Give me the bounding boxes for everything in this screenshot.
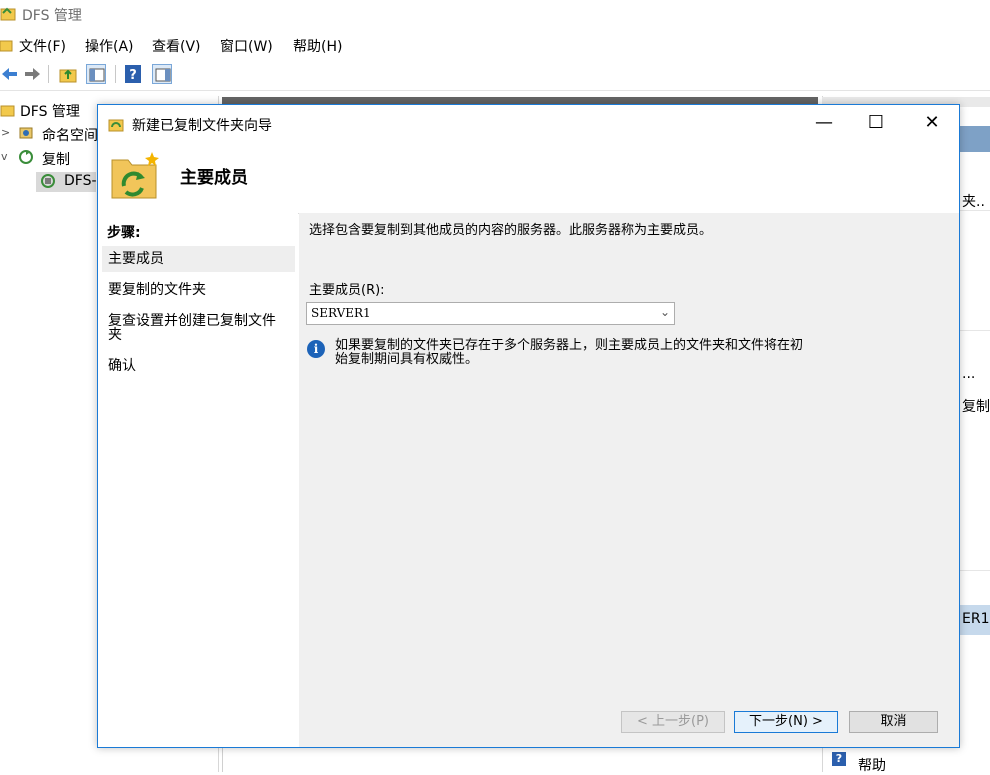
new-replicated-folder-wizard: 新建已复制文件夹向导 — ☐ ✕ 主要成员 步骤: 主要成员 要复制的文件夹 复… <box>97 104 960 748</box>
info-message: 如果要复制的文件夹已存在于多个服务器上，则主要成员上的文件夹和文件将在初始复制期… <box>335 338 804 367</box>
app-title: DFS 管理 <box>22 8 82 24</box>
step-review-settings: 复查设置并创建已复制文件夹 <box>102 308 282 348</box>
help-icon[interactable]: ? <box>832 752 846 766</box>
primary-member-value: SERVER1 <box>311 306 371 320</box>
actions-section-header-server: ER1 <box>960 605 990 635</box>
tree-label: DFS- <box>64 173 97 189</box>
toolbar: ? <box>0 60 990 91</box>
menu-window[interactable]: 窗口(W) <box>220 36 273 56</box>
action-item-fragment[interactable]: 复制 <box>962 396 990 416</box>
step-confirmation: 确认 <box>102 353 295 379</box>
menu-file[interactable]: 文件(F) <box>19 36 66 56</box>
primary-member-label: 主要成员(R): <box>309 283 385 298</box>
menubar: 文件(F) 操作(A) 查看(V) 窗口(W) 帮助(H) <box>0 33 990 57</box>
dfs-icon <box>0 105 15 117</box>
back-arrow-icon[interactable] <box>0 64 20 84</box>
step-label: 主要成员 <box>108 251 164 267</box>
step-label: 确认 <box>108 358 136 374</box>
tree-label: 复制 <box>42 152 70 168</box>
menu-view[interactable]: 查看(V) <box>152 36 201 56</box>
actions-section-header <box>960 126 990 152</box>
next-button[interactable]: 下一步(N) > <box>734 711 838 733</box>
wizard-titlebar[interactable]: 新建已复制文件夹向导 — ☐ ✕ <box>98 105 959 143</box>
chevron-down-icon[interactable]: ⌄ <box>660 305 670 319</box>
dfs-app-icon <box>0 7 16 21</box>
step-label: 要复制的文件夹 <box>108 282 206 298</box>
toolbar-separator <box>115 65 116 83</box>
wizard-app-icon <box>108 119 124 132</box>
replication-group-icon <box>41 174 55 188</box>
maximize-button[interactable]: ☐ <box>853 105 899 141</box>
toolbar-separator <box>48 65 49 83</box>
step-folder-to-replicate: 要复制的文件夹 <box>102 277 295 303</box>
replication-icon <box>19 150 33 164</box>
app-titlebar: DFS 管理 <box>0 0 990 28</box>
step-primary-member: 主要成员 <box>102 246 295 272</box>
action-item-fragment: ER1 <box>962 611 990 627</box>
tree-label: DFS 管理 <box>20 104 80 120</box>
wizard-content-pane <box>299 213 959 747</box>
menu-action[interactable]: 操作(A) <box>85 36 134 56</box>
replicated-folder-wizard-icon <box>111 152 159 199</box>
wizard-page-title: 主要成员 <box>180 168 248 188</box>
action-item-fragment[interactable]: 夹.. <box>962 191 985 211</box>
back-button[interactable]: < 上一步(P) <box>621 711 725 733</box>
svg-text:?: ? <box>129 68 137 83</box>
chevron-right-icon[interactable]: > <box>1 126 10 139</box>
primary-member-select[interactable]: SERVER1 ⌄ <box>306 302 675 325</box>
show-hide-tree-icon[interactable] <box>86 64 106 84</box>
forward-arrow-icon[interactable] <box>22 64 42 84</box>
info-icon: i <box>307 340 325 358</box>
cancel-button[interactable]: 取消 <box>849 711 938 733</box>
namespace-icon <box>19 127 33 139</box>
wizard-title: 新建已复制文件夹向导 <box>132 118 272 134</box>
chevron-down-icon[interactable]: v <box>1 150 8 163</box>
help-icon[interactable]: ? <box>123 64 143 84</box>
menu-app-icon <box>0 40 13 52</box>
minimize-button[interactable]: — <box>801 105 847 141</box>
menu-help[interactable]: 帮助(H) <box>293 36 342 56</box>
tree-item-replication-group[interactable]: DFS- <box>36 172 97 192</box>
step-label: 复查设置并创建已复制文件夹 <box>108 313 276 343</box>
close-button[interactable]: ✕ <box>909 105 955 141</box>
tree-label: 命名空间 <box>42 128 98 144</box>
up-folder-icon[interactable] <box>58 64 78 84</box>
page-description: 选择包含要复制到其他成员的内容的服务器。此服务器称为主要成员。 <box>309 223 713 238</box>
steps-heading: 步骤: <box>107 225 141 241</box>
action-item-fragment[interactable]: ... <box>962 366 975 382</box>
action-help[interactable]: 帮助 <box>858 755 886 775</box>
show-hide-action-pane-icon[interactable] <box>152 64 172 84</box>
